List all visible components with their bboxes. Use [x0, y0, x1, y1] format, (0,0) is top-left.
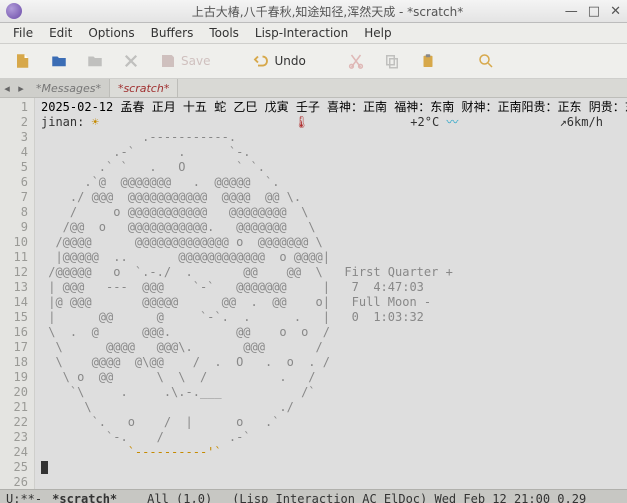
modeline-position: All (1,0): [147, 492, 212, 503]
ascii-art-line: ./ @@@ @@@@@@@@@@@ @@@@ @@ \.: [41, 190, 301, 204]
tab-scroll-right-icon[interactable]: ▸: [14, 79, 28, 97]
menu-edit[interactable]: Edit: [42, 24, 79, 42]
undo-button[interactable]: Undo: [245, 47, 312, 75]
close-icon[interactable]: ✕: [610, 4, 621, 19]
toolbar: Save Undo: [0, 44, 627, 79]
maximize-icon[interactable]: □: [588, 4, 600, 19]
cut-button[interactable]: [341, 47, 371, 75]
tab-label: *Messages*: [36, 82, 101, 95]
ascii-art-line: /@@@@ @@@@@@@@@@@@@ o @@@@@@@ \: [41, 235, 323, 249]
weather-temp: +2°C: [309, 115, 446, 129]
text-buffer[interactable]: 2025-02-12 孟春 正月 十五 蛇 乙巳 戊寅 壬子 喜神：正南 福神：…: [35, 98, 627, 489]
ascii-art-line: `-. / .-`: [41, 430, 251, 444]
modeline-coding: U:**-: [6, 492, 42, 503]
ascii-art-line: \ @@@@ @\@@ / . O . o . /: [41, 355, 330, 369]
text-cursor: [41, 461, 48, 474]
wave-icon: 〰: [446, 115, 458, 129]
minimize-icon[interactable]: —: [565, 4, 578, 19]
save-label: Save: [181, 54, 210, 68]
weather-city: jinan:: [41, 115, 92, 129]
ascii-art-line: .-----------.: [41, 130, 236, 144]
ascii-art-line: | @@@ --- @@@ `-` @@@@@@@ | 7 4:47:03: [41, 280, 424, 294]
ascii-art-line: |@@@@@ .. @@@@@@@@@@@@ o @@@@|: [41, 250, 330, 264]
paste-button[interactable]: [413, 47, 443, 75]
new-file-button[interactable]: [8, 47, 38, 75]
tab-scroll-left-icon[interactable]: ◂: [0, 79, 14, 97]
menu-buffers[interactable]: Buffers: [144, 24, 201, 42]
sun-icon: ☀: [92, 115, 99, 129]
mode-line: U:**- *scratch* All (1,0) (Lisp Interact…: [0, 489, 627, 503]
ascii-art-line: \ o @@ \ \ / . /: [41, 370, 316, 384]
ascii-art-line: /@@@@@ o `.-./ . @@ @@ \ First Quarter +: [41, 265, 453, 279]
menu-options[interactable]: Options: [81, 24, 141, 42]
save-button[interactable]: Save: [152, 47, 217, 75]
emacs-icon: [6, 3, 22, 19]
ascii-art-line: \ ./: [41, 400, 294, 414]
menu-file[interactable]: File: [6, 24, 40, 42]
ascii-art-line: /@@ o @@@@@@@@@@@. @@@@@@@ \: [41, 220, 316, 234]
line-number-gutter: 1 2 3 4 5 6 7 8 9 10 11 12 13 14 15 16 1…: [0, 98, 35, 489]
modeline-modes: (Lisp Interaction AC ElDoc) Wed Feb 12 2…: [232, 492, 586, 503]
ascii-art-line: \ . @ @@@. @@ o o /: [41, 325, 330, 339]
ascii-art-line: .-` . `-.: [41, 145, 251, 159]
close-button[interactable]: [116, 47, 146, 75]
weather-wind: ↗6km/h: [458, 115, 603, 129]
modeline-buffer-name: *scratch*: [52, 492, 117, 503]
window-title: 上古大椿,八千春秋,知途知径,浑然天成 - *scratch*: [28, 3, 627, 20]
ascii-art-line: / o @@@@@@@@@@@ @@@@@@@@ \: [41, 205, 308, 219]
thermometer-icon: 🌡: [294, 115, 309, 129]
tab-label: *scratch*: [118, 82, 169, 95]
tab-messages[interactable]: *Messages*: [28, 79, 110, 97]
undo-label: Undo: [274, 54, 305, 68]
copy-button[interactable]: [377, 47, 407, 75]
ascii-art-line: .`@ @@@@@@@ . @@@@@ `.: [41, 175, 279, 189]
ascii-art-line: | @@ @ `-`. . . | 0 1:03:32: [41, 310, 424, 324]
ascii-art-line: \ @@@@ @@@\. @@@ /: [41, 340, 323, 354]
menubar: File Edit Options Buffers Tools Lisp-Int…: [0, 23, 627, 44]
menu-lisp-interaction[interactable]: Lisp-Interaction: [248, 24, 355, 42]
menu-tools[interactable]: Tools: [202, 24, 246, 42]
ascii-art-line: `\ . .\.-.___ /`: [41, 385, 316, 399]
editor-area: 1 2 3 4 5 6 7 8 9 10 11 12 13 14 15 16 1…: [0, 98, 627, 489]
window-titlebar: 上古大椿,八千春秋,知途知径,浑然天成 - *scratch* — □ ✕: [0, 0, 627, 23]
ascii-art-line: `----------'`: [41, 445, 222, 459]
search-button[interactable]: [471, 47, 501, 75]
ascii-art-line: |@ @@@ @@@@@ @@ . @@ o| Full Moon -: [41, 295, 431, 309]
tab-strip: ◂ ▸ *Messages* *scratch*: [0, 79, 627, 98]
open-file-button[interactable]: [44, 47, 74, 75]
calendar-header-line: 2025-02-12 孟春 正月 十五 蛇 乙巳 戊寅 壬子 喜神：正南 福神：…: [41, 100, 627, 114]
menu-help[interactable]: Help: [357, 24, 398, 42]
recent-button[interactable]: [80, 47, 110, 75]
ascii-art-line: .` ` . O ` `.: [41, 160, 265, 174]
tab-scratch[interactable]: *scratch*: [110, 79, 178, 97]
ascii-art-line: `. o / | o .`: [41, 415, 279, 429]
